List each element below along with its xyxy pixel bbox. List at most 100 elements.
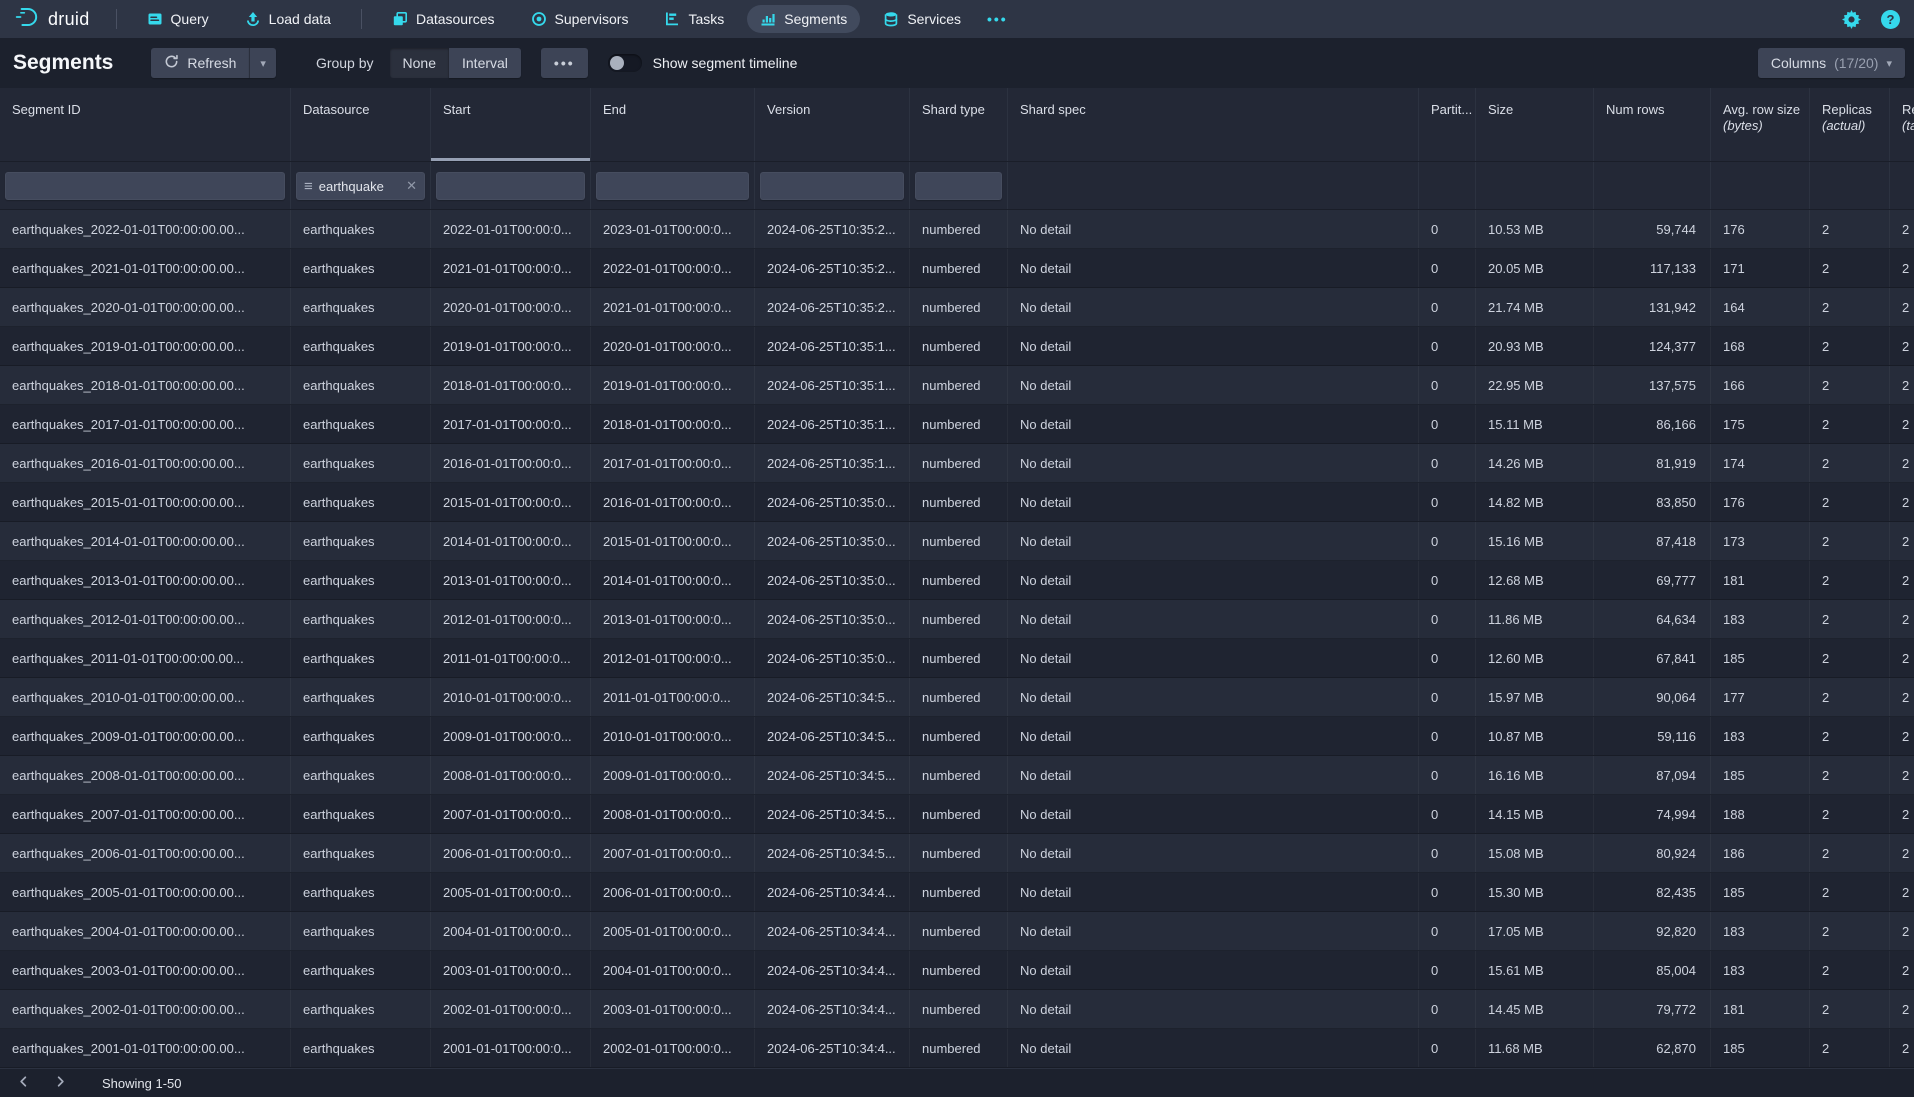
group-by-option-interval[interactable]: Interval (449, 48, 521, 78)
cell-start[interactable]: 2022-01-01T00:00:0... (431, 210, 591, 248)
cell-shard_spec[interactable]: No detail (1008, 834, 1419, 872)
cell-replicas[interactable]: 2 (1810, 990, 1890, 1028)
cell-partitions[interactable]: 0 (1419, 210, 1476, 248)
cell-partitions[interactable]: 0 (1419, 795, 1476, 833)
cell-segment_id[interactable]: earthquakes_2014-01-01T00:00:00.00... (0, 522, 291, 560)
cell-shard_type[interactable]: numbered (910, 951, 1008, 989)
cell-datasource[interactable]: earthquakes (291, 483, 431, 521)
cell-avg_row_size[interactable]: 168 (1711, 327, 1810, 365)
cell-end[interactable]: 2002-01-01T00:00:0... (591, 1029, 755, 1067)
cell-version[interactable]: 2024-06-25T10:35:0... (755, 600, 910, 638)
cell-end[interactable]: 2017-01-01T00:00:0... (591, 444, 755, 482)
cell-partitions[interactable]: 0 (1419, 444, 1476, 482)
cell-end[interactable]: 2006-01-01T00:00:0... (591, 873, 755, 911)
cell-version[interactable]: 2024-06-25T10:35:1... (755, 405, 910, 443)
cell-version[interactable]: 2024-06-25T10:34:5... (755, 795, 910, 833)
cell-datasource[interactable]: earthquakes (291, 522, 431, 560)
cell-num_rows[interactable]: 59,744 (1594, 210, 1711, 248)
cell-datasource[interactable]: earthquakes (291, 210, 431, 248)
cell-shard_type[interactable]: numbered (910, 600, 1008, 638)
help-icon[interactable]: ? (1881, 10, 1900, 29)
cell-num_rows[interactable]: 79,772 (1594, 990, 1711, 1028)
cell-start[interactable]: 2019-01-01T00:00:0... (431, 327, 591, 365)
cell-start[interactable]: 2006-01-01T00:00:0... (431, 834, 591, 872)
cell-avg_row_size[interactable]: 185 (1711, 756, 1810, 794)
cell-segment_id[interactable]: earthquakes_2011-01-01T00:00:00.00... (0, 639, 291, 677)
cell-shard_spec[interactable]: No detail (1008, 795, 1419, 833)
cell-segment_id[interactable]: earthquakes_2008-01-01T00:00:00.00... (0, 756, 291, 794)
group-by-option-none[interactable]: None (390, 48, 449, 78)
cell-replication_factor[interactable]: 2 (1890, 405, 1914, 443)
cell-start[interactable]: 2020-01-01T00:00:0... (431, 288, 591, 326)
cell-shard_type[interactable]: numbered (910, 444, 1008, 482)
cell-start[interactable]: 2015-01-01T00:00:0... (431, 483, 591, 521)
cell-replicas[interactable]: 2 (1810, 210, 1890, 248)
cell-partitions[interactable]: 0 (1419, 405, 1476, 443)
cell-shard_spec[interactable]: No detail (1008, 327, 1419, 365)
cell-version[interactable]: 2024-06-25T10:34:5... (755, 717, 910, 755)
cell-version[interactable]: 2024-06-25T10:34:4... (755, 1029, 910, 1067)
cell-start[interactable]: 2014-01-01T00:00:0... (431, 522, 591, 560)
cell-size[interactable]: 12.68 MB (1476, 561, 1594, 599)
column-header-shard_type[interactable]: Shard type (910, 88, 1008, 161)
column-header-size[interactable]: Size (1476, 88, 1594, 161)
cell-datasource[interactable]: earthquakes (291, 1029, 431, 1067)
cell-replication_factor[interactable]: 2 (1890, 210, 1914, 248)
cell-shard_type[interactable]: numbered (910, 210, 1008, 248)
cell-shard_type[interactable]: numbered (910, 288, 1008, 326)
cell-partitions[interactable]: 0 (1419, 834, 1476, 872)
cell-start[interactable]: 2017-01-01T00:00:0... (431, 405, 591, 443)
cell-start[interactable]: 2005-01-01T00:00:0... (431, 873, 591, 911)
cell-version[interactable]: 2024-06-25T10:34:4... (755, 912, 910, 950)
cell-shard_spec[interactable]: No detail (1008, 1029, 1419, 1067)
cell-version[interactable]: 2024-06-25T10:34:4... (755, 873, 910, 911)
cell-segment_id[interactable]: earthquakes_2022-01-01T00:00:00.00... (0, 210, 291, 248)
cell-shard_spec[interactable]: No detail (1008, 951, 1419, 989)
cell-num_rows[interactable]: 92,820 (1594, 912, 1711, 950)
cell-shard_spec[interactable]: No detail (1008, 912, 1419, 950)
cell-avg_row_size[interactable]: 188 (1711, 795, 1810, 833)
cell-segment_id[interactable]: earthquakes_2021-01-01T00:00:00.00... (0, 249, 291, 287)
cell-replicas[interactable]: 2 (1810, 912, 1890, 950)
cell-num_rows[interactable]: 85,004 (1594, 951, 1711, 989)
cell-end[interactable]: 2021-01-01T00:00:0... (591, 288, 755, 326)
cell-shard_spec[interactable]: No detail (1008, 717, 1419, 755)
cell-datasource[interactable]: earthquakes (291, 327, 431, 365)
cell-shard_spec[interactable]: No detail (1008, 249, 1419, 287)
cell-avg_row_size[interactable]: 183 (1711, 717, 1810, 755)
cell-shard_spec[interactable]: No detail (1008, 483, 1419, 521)
cell-end[interactable]: 2003-01-01T00:00:0... (591, 990, 755, 1028)
cell-start[interactable]: 2012-01-01T00:00:0... (431, 600, 591, 638)
cell-replicas[interactable]: 2 (1810, 795, 1890, 833)
cell-replication_factor[interactable]: 2 (1890, 990, 1914, 1028)
cell-start[interactable]: 2001-01-01T00:00:0... (431, 1029, 591, 1067)
cell-partitions[interactable]: 0 (1419, 366, 1476, 404)
column-header-version[interactable]: Version (755, 88, 910, 161)
cell-avg_row_size[interactable]: 181 (1711, 990, 1810, 1028)
cell-shard_type[interactable]: numbered (910, 483, 1008, 521)
cell-replicas[interactable]: 2 (1810, 444, 1890, 482)
cell-start[interactable]: 2008-01-01T00:00:0... (431, 756, 591, 794)
cell-replication_factor[interactable]: 2 (1890, 600, 1914, 638)
cell-avg_row_size[interactable]: 174 (1711, 444, 1810, 482)
cell-shard_type[interactable]: numbered (910, 1029, 1008, 1067)
cell-size[interactable]: 14.26 MB (1476, 444, 1594, 482)
columns-button[interactable]: Columns (17/20) ▾ (1758, 48, 1905, 78)
cell-num_rows[interactable]: 90,064 (1594, 678, 1711, 716)
cell-replicas[interactable]: 2 (1810, 834, 1890, 872)
previous-page-button[interactable] (10, 1072, 37, 1094)
cell-replication_factor[interactable]: 2 (1890, 249, 1914, 287)
cell-replicas[interactable]: 2 (1810, 600, 1890, 638)
cell-start[interactable]: 2009-01-01T00:00:0... (431, 717, 591, 755)
cell-shard_type[interactable]: numbered (910, 249, 1008, 287)
cell-datasource[interactable]: earthquakes (291, 249, 431, 287)
cell-replicas[interactable]: 2 (1810, 951, 1890, 989)
cell-datasource[interactable]: earthquakes (291, 639, 431, 677)
nav-more-button[interactable]: ••• (979, 11, 1016, 27)
cell-replicas[interactable]: 2 (1810, 1029, 1890, 1067)
filter-input-datasource[interactable]: ≡earthquake✕ (296, 172, 425, 200)
cell-avg_row_size[interactable]: 177 (1711, 678, 1810, 716)
cell-version[interactable]: 2024-06-25T10:34:5... (755, 678, 910, 716)
cell-segment_id[interactable]: earthquakes_2009-01-01T00:00:00.00... (0, 717, 291, 755)
cell-num_rows[interactable]: 74,994 (1594, 795, 1711, 833)
